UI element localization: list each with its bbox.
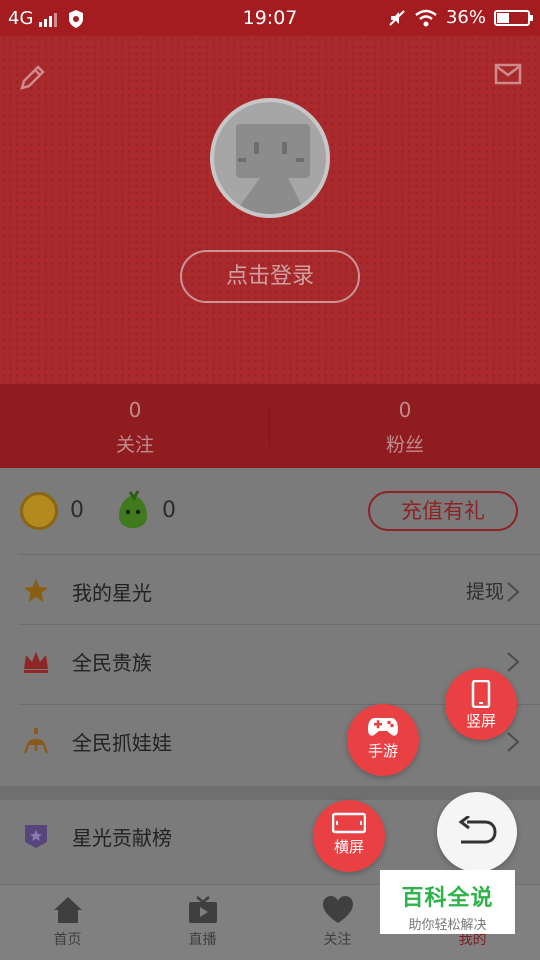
status-right: 36% [388,7,533,28]
landscape-label: 横屏 [333,838,364,856]
following-count: 0 [128,398,142,422]
mute-icon [389,9,405,26]
back-arrow-icon [458,816,497,844]
default-avatar-icon [234,124,310,214]
chevron-right-icon [507,652,520,672]
tv-icon [188,896,217,923]
nav-follow-label: 关注 [323,932,352,948]
login-button[interactable]: 点击登录 [180,250,360,303]
portrait-button[interactable]: 竖屏 [445,668,517,740]
bean-icon [119,490,147,528]
battery-percent: 36% [445,7,486,28]
wifi-icon [415,9,437,26]
chevron-right-icon [507,732,520,752]
stats-divider [269,406,270,446]
profile-header: 点击登录 [0,36,540,384]
star-icon [24,579,48,602]
landscape-button[interactable]: 横屏 [313,800,385,872]
phone-icon [471,680,491,708]
avatar[interactable] [210,98,330,218]
chevron-right-icon [507,582,520,602]
nav-home[interactable]: 首页 [0,885,135,960]
landscape-icon [332,812,366,834]
nav-home-label: 首页 [53,932,82,948]
crown-icon [24,652,48,673]
portrait-label: 竖屏 [465,712,496,730]
stats-bar: 0 关注 0 粉丝 [0,384,540,468]
mobile-game-label: 手游 [367,742,398,760]
following-label: 关注 [115,434,154,456]
bean-balance: 0 [162,498,176,523]
mail-icon[interactable] [494,62,522,86]
recharge-button[interactable]: 充值有礼 [368,491,518,531]
nav-live[interactable]: 直播 [135,885,270,960]
following-stat[interactable]: 0 关注 [0,384,270,468]
badge-icon [25,825,47,848]
withdraw-label[interactable]: 提现 [466,577,504,604]
fans-count: 0 [398,398,412,422]
watermark-title: 百科全说 [401,886,494,911]
mobile-game-button[interactable]: 手游 [347,704,419,776]
back-button[interactable] [437,792,517,872]
watermark: 百科全说 助你轻松解决 [380,870,515,934]
menu-item-label: 星光贡献榜 [72,826,172,850]
home-icon [53,897,82,923]
menu-item-label: 全民贵族 [72,651,152,675]
edit-icon[interactable] [18,62,48,92]
claw-icon [23,728,49,754]
menu-item-label: 全民抓娃娃 [72,731,172,755]
coin-balance: 0 [70,498,84,523]
gamepad-icon [368,718,398,736]
status-bar: 4G 19:07 36% [0,0,540,36]
battery-icon [494,9,533,26]
menu-item-label: 我的星光 [72,581,152,605]
fans-stat[interactable]: 0 粉丝 [270,384,540,468]
wallet-row: 0 0 充值有礼 [0,468,540,554]
battery-fill [497,12,509,23]
fans-label: 粉丝 [385,434,424,456]
menu-item-starlight[interactable]: 我的星光 提现 [18,554,540,632]
nav-live-label: 直播 [188,932,217,948]
coin-icon [20,492,58,530]
watermark-subtitle: 助你轻松解决 [408,918,487,933]
heart-icon [322,896,353,923]
nav-mine-label: 我的 [458,932,487,948]
